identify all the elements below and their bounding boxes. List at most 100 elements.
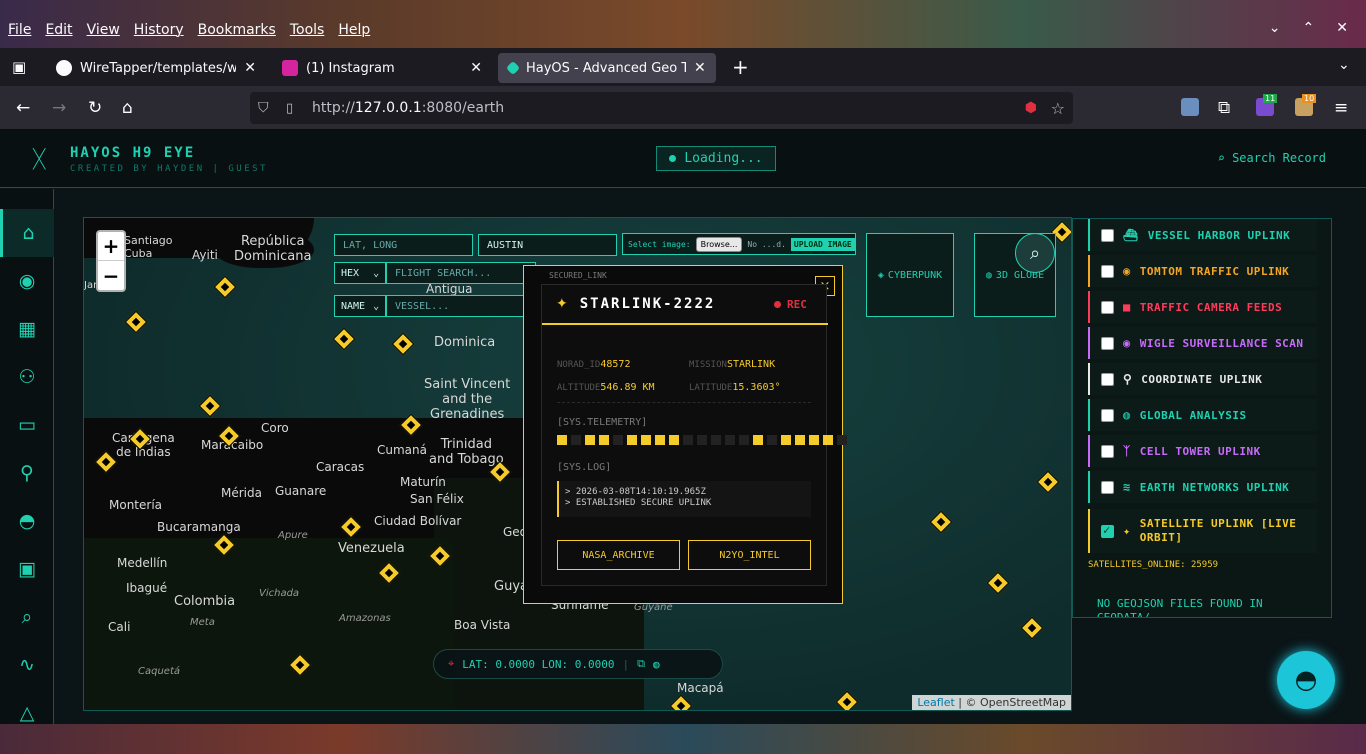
layer-checkbox[interactable] [1101,444,1114,458]
location-nav-icon[interactable]: ⚲ [0,449,54,497]
layer-checkbox[interactable] [1101,372,1114,386]
n2yo-intel-button[interactable]: N2YO_INTEL [688,540,811,570]
tab-close-icon[interactable]: ✕ [694,60,706,76]
map-search-button[interactable]: ⌕ [1015,233,1055,273]
search-nav-icon[interactable]: ⌕ [0,593,54,641]
desktop-wallpaper [0,724,1366,754]
close-window-icon[interactable]: ✕ [1336,20,1348,36]
layer-toggle[interactable]: ᛉ CELL TOWER UPLINK [1088,435,1317,467]
back-icon[interactable]: ← [16,98,30,118]
latlong-input[interactable]: LAT, LONG [334,234,473,256]
hex-select[interactable]: HEX ⌄ [334,262,386,284]
cyberpunk-button[interactable]: ◈ CYBERPUNK [866,233,954,317]
satellites-online: SATELLITES_ONLINE: 25959 [1088,560,1219,570]
tab-wiretapper[interactable]: WireTapper/templates/wifi ✕ [46,53,266,83]
mission-field: MISSIONSTARLINK [689,359,776,370]
chat-nav-icon[interactable]: ▭ [0,401,54,449]
layer-checkbox[interactable] [1101,480,1114,494]
layer-toggle[interactable]: ⚲ COORDINATE UPLINK [1088,363,1317,395]
hayos-favicon-icon [505,60,521,76]
menu-help[interactable]: Help [338,22,370,38]
status-dot-icon [669,155,677,162]
zoom-in-button[interactable]: + [98,232,124,261]
camera-nav-icon[interactable]: ▣ [0,545,54,593]
zoom-out-button[interactable]: − [98,261,124,290]
user-nav-icon[interactable]: ⚇ [0,353,54,401]
home-nav-icon[interactable]: ⌂ [0,209,54,257]
app-menu-icon[interactable]: ≡ [1334,98,1348,118]
tab-close-icon[interactable]: ✕ [244,60,256,76]
name-select[interactable]: NAME ⌄ [334,295,386,317]
menu-history[interactable]: History [134,22,184,38]
bookmark-star-icon[interactable]: ☆ [1051,99,1065,118]
traffic-light-icon: ◉ [1123,264,1131,278]
layer-toggle[interactable]: ◉ WIGLE SURVEILLANCE SCAN [1088,327,1317,359]
layer-checkbox[interactable] [1101,228,1114,242]
extensions-puzzle-icon[interactable]: ⧉ [1218,98,1230,118]
layer-toggle[interactable]: ⛴ VESSEL HARBOR UPLINK [1088,219,1317,251]
eye-nav-icon[interactable]: ◉ [0,257,54,305]
url-input[interactable]: ⛉ ▯ http://127.0.0.1:8080/earth ⬢ ☆ [250,92,1073,124]
home-icon[interactable]: ⌂ [122,98,133,118]
copy-icon[interactable]: ⧉ [637,657,645,671]
norad-field: NORAD_ID48572 [557,359,631,370]
telemetry-block [725,435,735,445]
menu-file[interactable]: File [8,22,31,38]
layer-toggle[interactable]: ◍ GLOBAL ANALYSIS [1088,399,1317,431]
extension-cube-icon[interactable] [1181,98,1199,116]
grid-nav-icon[interactable]: ▦ [0,305,54,353]
browse-button[interactable]: Browse... [695,236,743,252]
activity-nav-icon[interactable]: ∿ [0,641,54,689]
reload-icon[interactable]: ↻ [88,98,102,118]
layer-checkbox[interactable] [1101,523,1114,538]
minimize-icon[interactable]: ⌄ [1269,20,1281,36]
layer-checkbox[interactable] [1101,336,1114,350]
extension-shield-icon[interactable]: ⬢ [1025,100,1037,116]
latitude-field: LATITUDE15.3603° [689,382,781,393]
new-tab-icon[interactable]: + [732,55,749,79]
shield-icon[interactable]: ⛉ [258,100,269,116]
flight-search-input[interactable]: FLIGHT SEARCH... [386,262,536,284]
telemetry-block [571,435,581,445]
globe-icon[interactable]: ◍ [653,658,660,671]
forward-icon[interactable]: → [52,98,66,118]
telemetry-block [739,435,749,445]
telemetry-block [809,435,819,445]
rec-dot-icon [774,301,781,308]
tab-list-icon[interactable]: ⌄ [1338,57,1350,73]
layer-toggle[interactable]: ✦ SATELLITE UPLINK [LIVE ORBIT] [1088,509,1317,553]
tab-instagram[interactable]: (1) Instagram ✕ [272,53,492,83]
ai-assistant-button[interactable]: ◓ [1277,651,1335,709]
crosshair-icon: ⌖ [448,657,455,670]
layer-checkbox[interactable] [1101,300,1114,314]
menu-view[interactable]: View [87,22,120,38]
camera-icon: ■ [1123,300,1131,314]
layer-toggle[interactable]: ◉ TOMTOM TRAFFIC UPLINK [1088,255,1317,287]
layer-label: GLOBAL ANALYSIS [1139,408,1247,422]
city-input[interactable]: AUSTIN [478,234,617,256]
search-icon: ⌕ [1217,151,1233,165]
tab-hayos[interactable]: HayOS - Advanced Geo Tra ✕ [498,53,716,83]
layer-label: WIGLE SURVEILLANCE SCAN [1139,336,1304,350]
menu-bookmarks[interactable]: Bookmarks [198,22,276,38]
restore-icon[interactable]: ⌃ [1303,20,1315,36]
menu-tools[interactable]: Tools [290,22,325,38]
firefox-view-icon[interactable]: ▣ [12,58,26,76]
satellite-icon: ✦ [556,296,568,312]
search-record-button[interactable]: ⌕ Search Record [1218,151,1326,165]
upload-image-button[interactable]: UPLOAD IMAGE [790,237,855,251]
nasa-archive-button[interactable]: NASA_ARCHIVE [557,540,680,570]
vessel-search-input[interactable]: VESSEL... [386,295,526,317]
tab-close-icon[interactable]: ✕ [470,60,482,76]
no-geojson-message: NO GEOJSON FILES FOUND IN GEODATA/ [1097,597,1263,618]
layer-checkbox[interactable] [1101,264,1114,278]
page-icon[interactable]: ▯ [286,101,293,116]
brain-nav-icon[interactable]: ◓ [0,497,54,545]
layer-toggle[interactable]: ≋ EARTH NETWORKS UPLINK [1088,471,1317,503]
layer-toggle[interactable]: ■ TRAFFIC CAMERA FEEDS [1088,291,1317,323]
telemetry-block [585,435,595,445]
menu-edit[interactable]: Edit [45,22,72,38]
github-icon [56,60,72,76]
layer-checkbox[interactable] [1101,408,1114,422]
leaflet-link[interactable]: Leaflet [917,696,954,709]
